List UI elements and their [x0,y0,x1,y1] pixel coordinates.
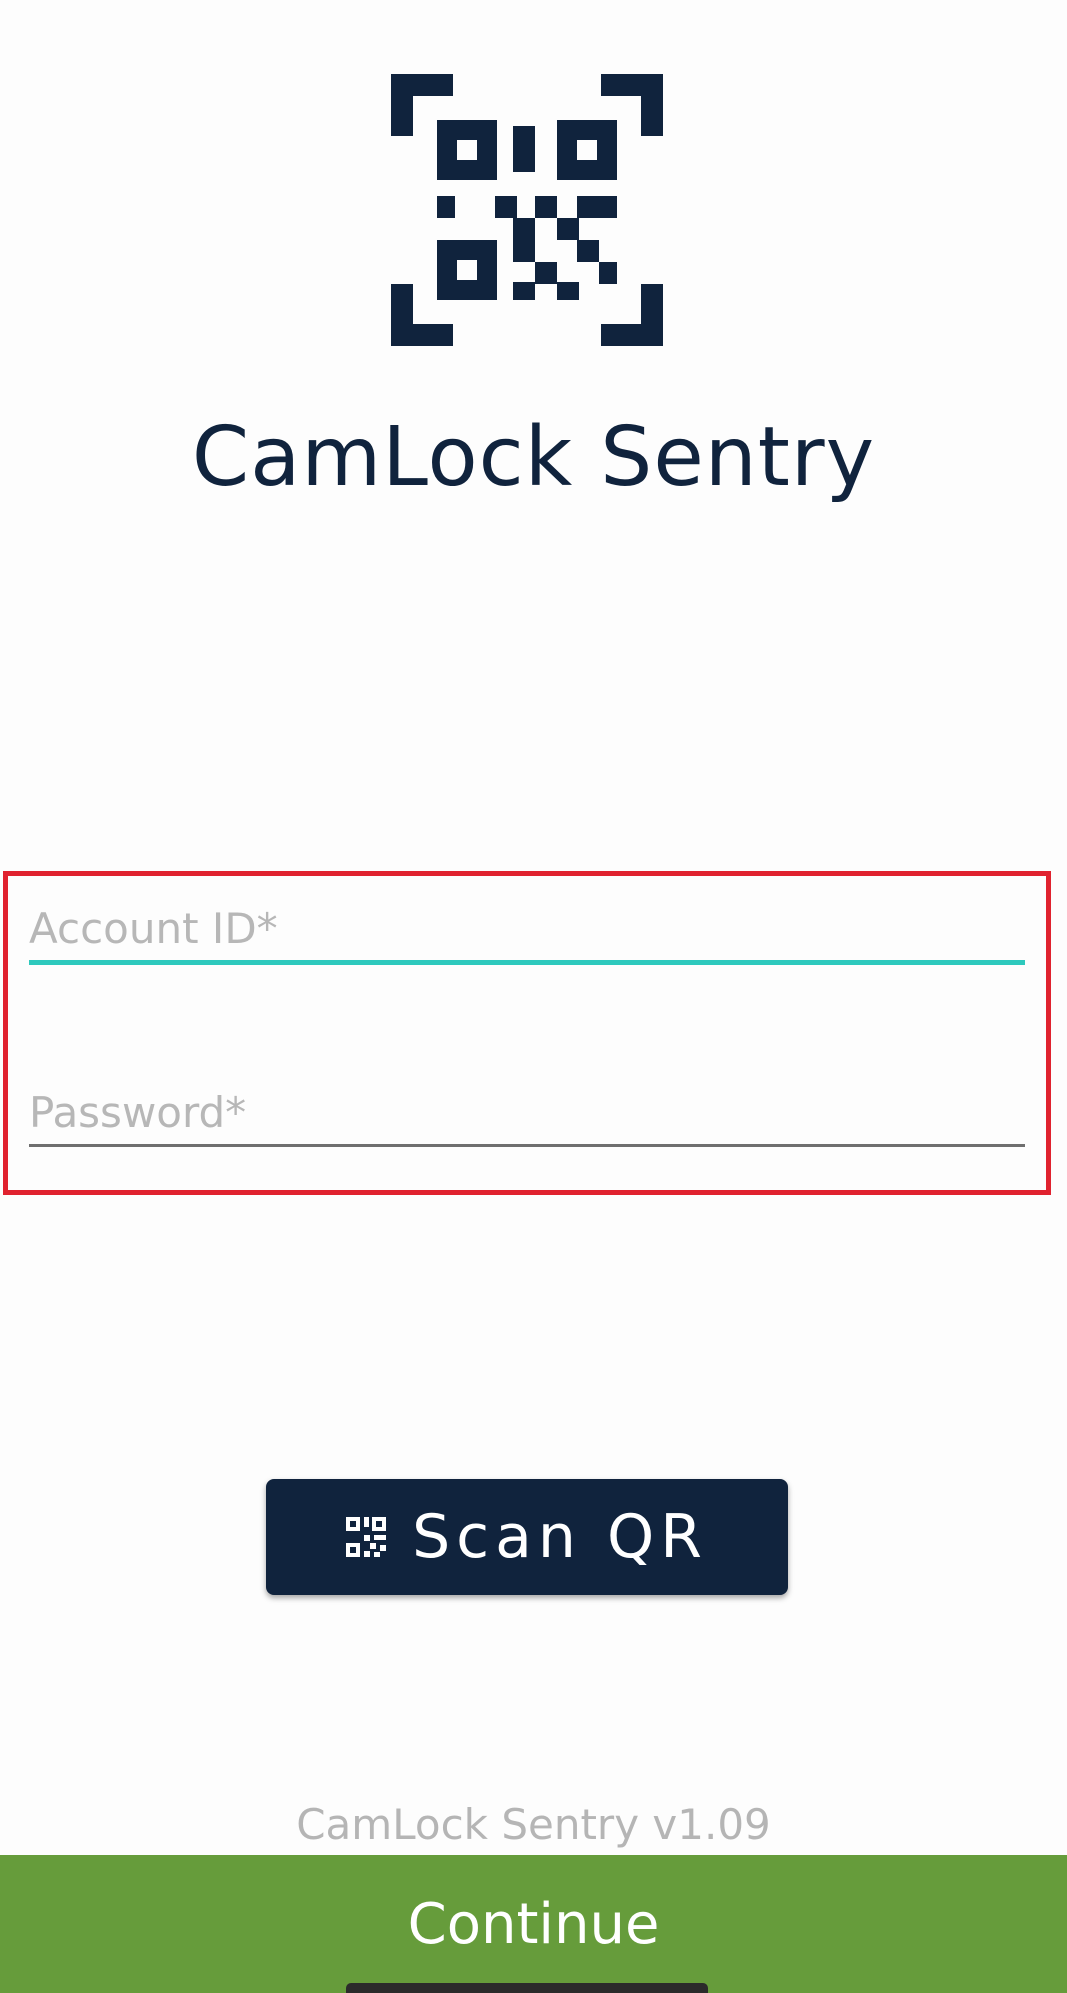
password-input[interactable] [29,1080,1025,1144]
continue-label: Continue [407,1891,660,1957]
continue-button[interactable]: Continue [0,1855,1067,1993]
qr-code-scan-icon [391,74,663,346]
home-indicator [346,1983,708,1993]
scan-qr-button[interactable]: Scan QR [266,1479,788,1595]
qr-code-icon [346,1517,387,1557]
password-field[interactable] [29,1080,1025,1147]
account-id-field[interactable] [29,896,1025,965]
account-id-underline [29,960,1025,965]
account-id-input[interactable] [29,896,1025,960]
login-screen: CamLock Sentry Account ID* Scan QR CamLo… [0,0,1067,1993]
password-underline [29,1144,1025,1147]
scan-qr-label: Scan QR [412,1502,708,1572]
app-title: CamLock Sentry [191,410,876,505]
app-version: CamLock Sentry v1.09 [296,1800,771,1849]
